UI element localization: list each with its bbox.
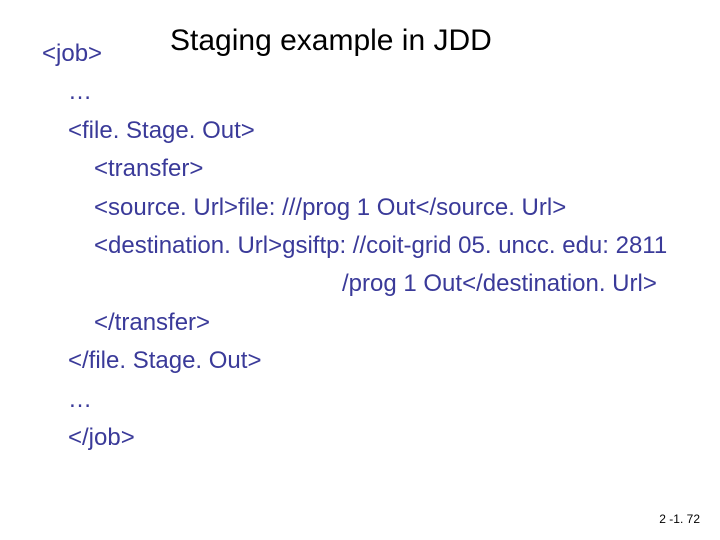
code-line: </job> [42,419,667,457]
code-line: </file. Stage. Out> [42,342,667,380]
code-line: /prog 1 Out</destination. Url> [42,265,667,303]
code-line: <source. Url>file: ///prog 1 Out</source… [42,189,667,227]
code-block: <job> … <file. Stage. Out> <transfer> <s… [42,35,667,457]
code-line: <file. Stage. Out> [42,112,667,150]
code-line: </transfer> [42,304,667,342]
code-line: … [42,381,667,419]
code-line: <transfer> [42,150,667,188]
slide-number: 2 -1. 72 [659,512,700,526]
code-line: … [42,73,667,111]
code-line: <job> [42,35,667,73]
code-line: <destination. Url>gsiftp: //coit-grid 05… [42,227,667,265]
slide: Staging example in JDD <job> … <file. St… [0,0,720,540]
